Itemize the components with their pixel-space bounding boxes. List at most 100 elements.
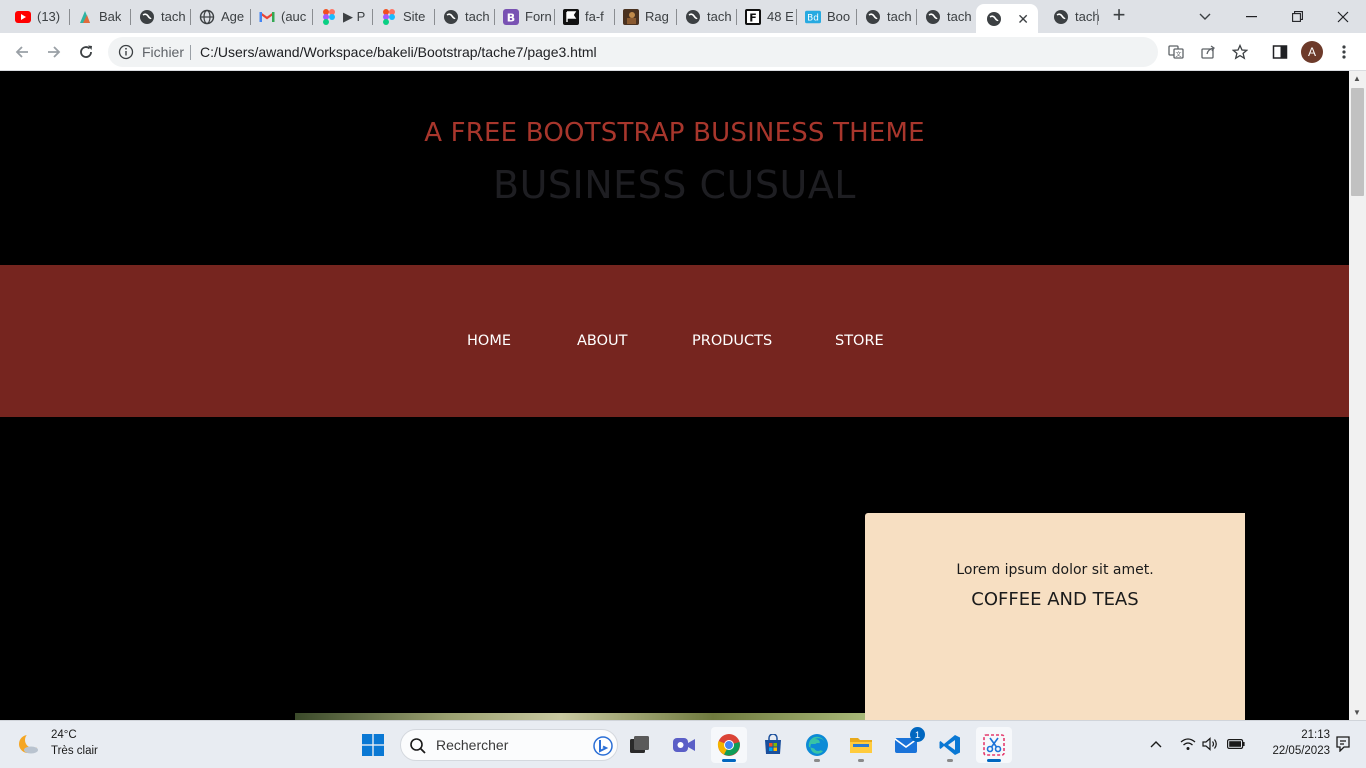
close-tab-icon[interactable]: ✕ [1017, 11, 1029, 28]
tab-title: ▶ P [343, 8, 366, 24]
snipping-tool-button[interactable] [976, 727, 1012, 763]
nav-products[interactable]: PRODUCTS [692, 333, 772, 349]
task-view-icon [630, 736, 649, 753]
battery-status[interactable] [1227, 735, 1245, 753]
info-icon[interactable] [118, 44, 134, 60]
tab-title: tach [707, 9, 732, 24]
tab-globe[interactable]: tach [428, 0, 494, 33]
weather-description[interactable]: Très clair [51, 745, 98, 757]
side-panel-button[interactable] [1270, 42, 1290, 62]
tab-image[interactable]: Rag [608, 0, 676, 33]
page-viewport: A FREE BOOTSTRAP BUSINESS THEME BUSINESS… [0, 71, 1349, 720]
tab-title: tach [947, 9, 972, 24]
edge-button[interactable] [799, 727, 835, 763]
menu-button[interactable] [1334, 42, 1354, 62]
url-text[interactable]: C:/Users/awand/Workspace/bakeli/Bootstra… [200, 44, 597, 60]
svg-text:文: 文 [1175, 51, 1181, 59]
tab-world[interactable]: Age [184, 0, 250, 33]
show-hidden-icons-button[interactable] [1147, 735, 1165, 753]
bing-icon[interactable] [593, 736, 613, 756]
chevron-down-icon [1199, 13, 1211, 20]
tab-globe[interactable]: tach [1038, 0, 1100, 33]
svg-text:B: B [507, 11, 515, 24]
tab-gmail[interactable]: (auc [244, 0, 312, 33]
network-status[interactable] [1179, 735, 1197, 753]
nav-home[interactable]: HOME [467, 333, 511, 349]
search-icon [410, 738, 426, 754]
restore-icon [1291, 11, 1303, 22]
svg-text:Bd: Bd [807, 13, 819, 23]
taskbar-search[interactable]: Rechercher [400, 729, 618, 761]
notification-icon [1336, 736, 1350, 752]
tab-title: tach [887, 9, 912, 24]
start-button[interactable] [355, 727, 391, 763]
microsoft-store-icon [765, 734, 781, 754]
notification-center-button[interactable] [1334, 735, 1352, 753]
star-icon [1232, 44, 1248, 60]
tab-globe[interactable]: tach [850, 0, 916, 33]
chrome-taskbar-button[interactable] [711, 727, 747, 763]
site-title: BUSINESS CUSUAL [493, 163, 856, 207]
close-window-button[interactable] [1320, 0, 1366, 33]
main-nav: HOME ABOUT PRODUCTS STORE [0, 265, 1349, 417]
nav-about[interactable]: ABOUT [577, 333, 628, 349]
edge-icon [806, 734, 828, 756]
tab-youtube[interactable]: (13) [0, 0, 69, 33]
minimize-button[interactable] [1228, 0, 1274, 33]
tab-bootstrap[interactable]: B Forn [488, 0, 554, 33]
site-subtitle: A FREE BOOTSTRAP BUSINESS THEME [424, 118, 925, 148]
address-bar[interactable]: Fichier C:/Users/awand/Workspace/bakeli/… [108, 37, 1158, 67]
omnibox-divider [190, 45, 191, 60]
mail-button[interactable]: 1 [888, 727, 925, 763]
intro-card: Lorem ipsum dolor sit amet. COFFEE AND T… [865, 513, 1245, 720]
tab-globe[interactable]: tach [910, 0, 976, 33]
back-button[interactable] [10, 40, 34, 64]
scroll-up-arrow-icon[interactable]: ▲ [1353, 74, 1361, 83]
tab-fonts[interactable]: F 48 E [730, 0, 796, 33]
bookmark-button[interactable] [1230, 42, 1250, 62]
file-explorer-button[interactable] [843, 727, 879, 763]
tab-fontawesome[interactable]: fa-f [548, 0, 614, 33]
arrow-left-icon [15, 46, 28, 58]
globe-icon [685, 9, 701, 25]
moon-weather-icon[interactable] [16, 731, 42, 757]
tab-figma-prototype[interactable]: ▶ P [306, 0, 372, 33]
share-button[interactable] [1198, 42, 1218, 62]
tab-title: Rag [645, 9, 669, 24]
tab-strip: (13) Bak tach Age (auc ▶ P Site tach B F… [0, 0, 1366, 33]
tab-figma-site[interactable]: Site [366, 0, 434, 33]
vscode-button[interactable] [932, 727, 968, 763]
tab-search-button[interactable] [1182, 0, 1228, 33]
image-icon [623, 8, 639, 25]
clock-date[interactable]: 22/05/2023 [1258, 745, 1330, 757]
globe-icon [925, 9, 941, 25]
tab-globe[interactable]: tach [670, 0, 736, 33]
new-tab-button[interactable]: + [1108, 4, 1130, 27]
tab-separator [1097, 9, 1098, 25]
scroll-thumb[interactable] [1351, 88, 1364, 196]
teams-meet-button[interactable] [666, 727, 702, 763]
reload-button[interactable] [74, 40, 98, 64]
forward-button[interactable] [42, 40, 66, 64]
scroll-down-arrow-icon[interactable]: ▼ [1353, 708, 1361, 717]
tab-bootdey[interactable]: Bd Boo [790, 0, 856, 33]
chevron-up-icon [1150, 741, 1162, 748]
restore-button[interactable] [1274, 0, 1320, 33]
task-view-button[interactable] [622, 727, 658, 763]
clock-time[interactable]: 21:13 [1282, 729, 1330, 741]
weather-temperature[interactable]: 24°C [51, 729, 77, 741]
tab-globe[interactable]: tach [124, 0, 190, 33]
page-scrollbar[interactable]: ▲ ▼ [1349, 71, 1366, 720]
side-panel-icon [1272, 45, 1288, 59]
tab-title: tach [465, 9, 490, 24]
volume-status[interactable] [1202, 735, 1220, 753]
tab-bakeli[interactable]: Bak [62, 0, 130, 33]
tab-title: tach [161, 9, 186, 24]
kebab-menu-icon [1342, 45, 1346, 59]
windows-logo-icon [362, 734, 384, 756]
tab-active[interactable]: ✕ [976, 4, 1038, 33]
translate-button[interactable]: 文 [1166, 42, 1186, 62]
nav-store[interactable]: STORE [835, 333, 884, 349]
store-button[interactable] [755, 727, 791, 763]
profile-avatar[interactable]: A [1301, 41, 1323, 63]
